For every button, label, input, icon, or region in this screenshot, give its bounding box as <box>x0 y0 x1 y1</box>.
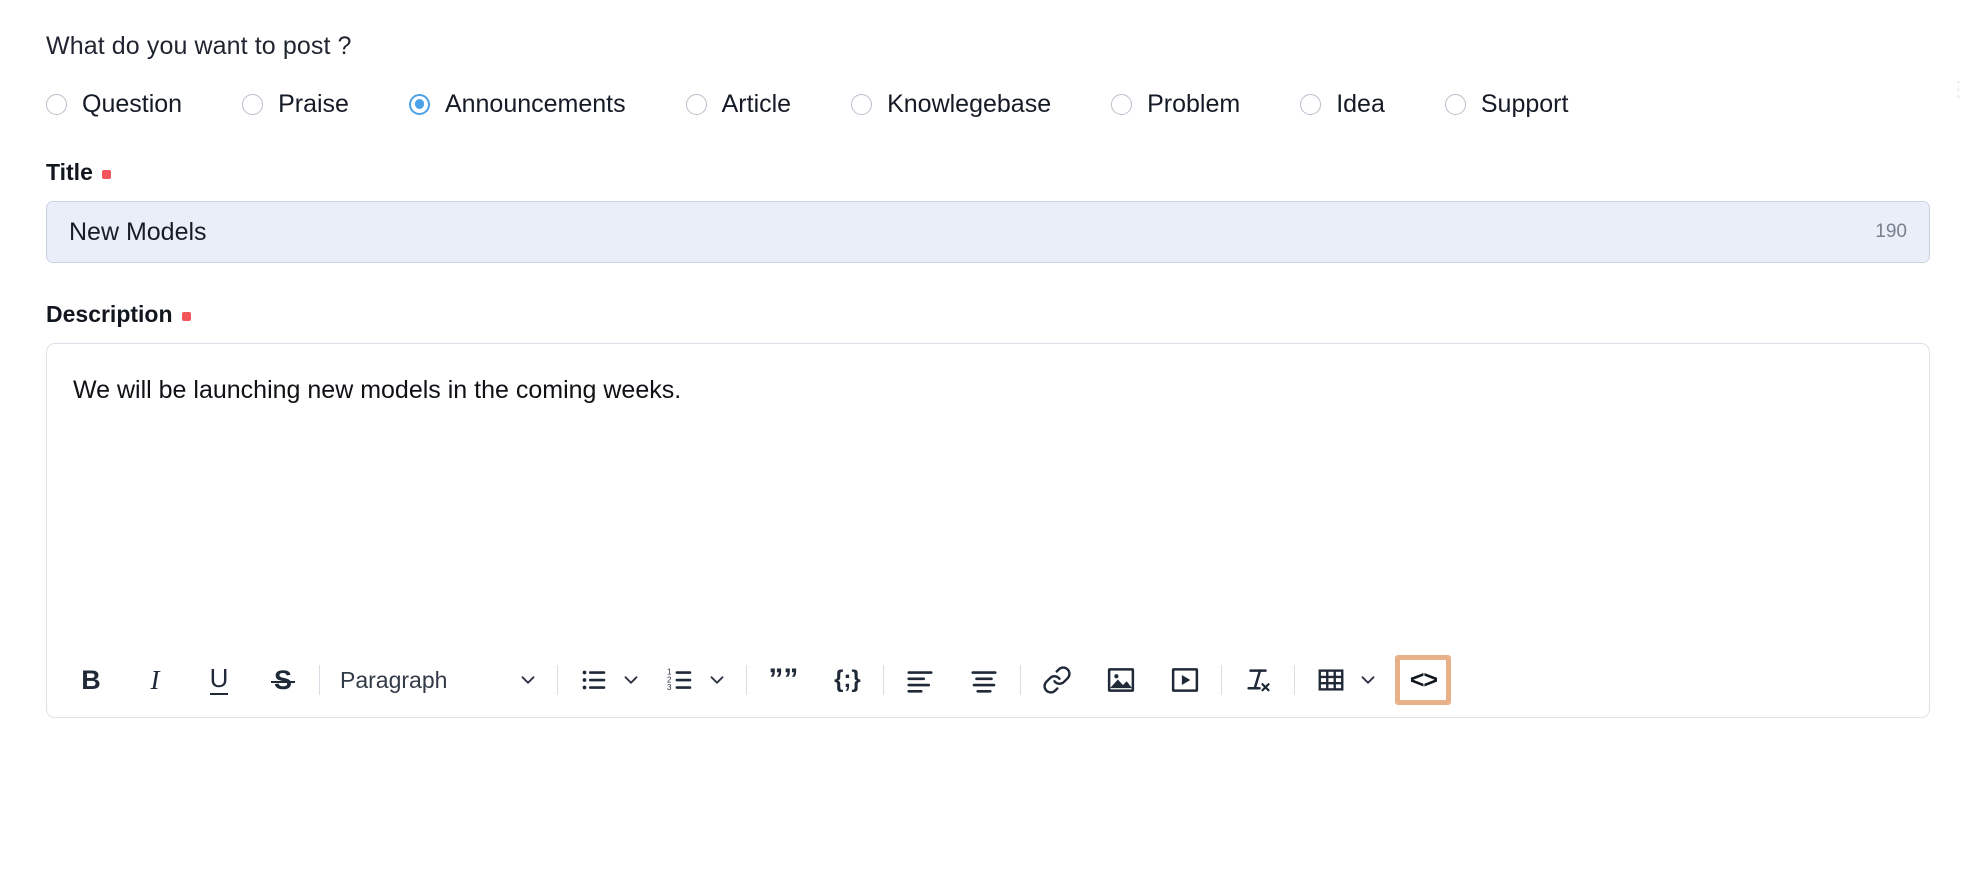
radio-label-idea: Idea <box>1336 89 1385 118</box>
radio-label-problem: Problem <box>1147 89 1241 118</box>
numbered-list-icon: 1 2 3 <box>665 665 695 695</box>
align-left-icon <box>905 665 935 695</box>
title-character-counter: 190 <box>1875 221 1907 242</box>
bold-icon: B <box>81 664 101 695</box>
blockquote-icon: ”” <box>768 663 799 696</box>
chevron-down-icon[interactable] <box>513 669 543 691</box>
title-label-text: Title <box>46 159 93 185</box>
code-block-icon: {;} <box>834 666 861 693</box>
clear-formatting-button[interactable] <box>1236 658 1280 702</box>
radio-option-article[interactable]: Article <box>685 89 792 118</box>
block-format-dropdown[interactable]: Paragraph <box>334 667 543 694</box>
description-field-label: Description <box>46 303 1930 326</box>
toolbar-divider <box>746 665 748 695</box>
blockquote-button[interactable]: ”” <box>761 658 805 702</box>
required-dot-icon <box>101 170 111 179</box>
radio-mark-question[interactable] <box>46 93 67 115</box>
editor-toolbar: B I U S Paragraph 1 2 3 ”” {;} <> <box>47 643 1929 717</box>
description-editor-body[interactable]: We will be launching new models in the c… <box>47 344 1929 643</box>
strikethrough-button[interactable]: S <box>261 658 305 702</box>
numbered-list-chevron-down-icon[interactable] <box>702 669 732 691</box>
radio-label-question: Question <box>82 89 183 118</box>
table-button[interactable] <box>1309 658 1353 702</box>
radio-label-announcements: Announcements <box>444 89 626 118</box>
radio-option-knowlegebase[interactable]: Knowlegebase <box>851 89 1052 118</box>
radio-option-question[interactable]: Question <box>46 89 183 118</box>
radio-option-problem[interactable]: Problem <box>1111 89 1241 118</box>
toolbar-divider <box>1020 665 1022 695</box>
radio-mark-knowlegebase[interactable] <box>851 93 873 115</box>
radio-label-praise: Praise <box>278 89 349 118</box>
title-input-value[interactable]: New Models <box>69 218 1875 247</box>
source-code-icon: <> <box>1409 665 1438 694</box>
radio-options-overflow: ⋮ <box>1942 79 1968 101</box>
bulleted-list-chevron-down-icon[interactable] <box>616 669 646 691</box>
radio-option-praise[interactable]: Praise <box>242 89 349 118</box>
code-block-button[interactable]: {;} <box>825 658 869 702</box>
align-center-icon <box>969 665 999 695</box>
radio-mark-support[interactable] <box>1444 93 1466 115</box>
description-label-text: Description <box>46 301 173 327</box>
italic-button[interactable]: I <box>133 658 177 702</box>
link-button[interactable] <box>1035 658 1079 702</box>
image-icon <box>1106 665 1136 695</box>
radio-mark-announcements[interactable] <box>408 93 430 115</box>
image-button[interactable] <box>1099 658 1143 702</box>
radio-label-support: Support <box>1480 89 1569 118</box>
svg-text:3: 3 <box>667 683 672 692</box>
radio-option-idea[interactable]: Idea <box>1300 89 1385 118</box>
underline-icon: U <box>209 663 229 695</box>
link-icon <box>1042 665 1072 695</box>
bold-button[interactable]: B <box>69 658 113 702</box>
toolbar-divider <box>319 665 320 695</box>
required-dot-icon <box>181 312 191 321</box>
post-type-question: What do you want to post ? <box>46 32 352 60</box>
toolbar-divider <box>1294 665 1296 695</box>
toolbar-divider <box>1221 665 1223 695</box>
clear-formatting-icon <box>1243 665 1273 695</box>
title-field-label: Title <box>46 161 1930 184</box>
underline-button[interactable]: U <box>197 658 241 702</box>
title-input[interactable]: New Models 190 <box>46 201 1930 263</box>
description-editor: We will be launching new models in the c… <box>46 343 1930 718</box>
radio-option-support[interactable]: Support <box>1444 89 1569 118</box>
post-composer-form: What do you want to post ? Question Prai… <box>0 0 1976 874</box>
source-code-button[interactable]: <> <box>1395 655 1452 705</box>
radio-mark-problem[interactable] <box>1111 93 1133 115</box>
radio-mark-article[interactable] <box>685 93 707 115</box>
align-center-button[interactable] <box>962 658 1006 702</box>
description-editor-text[interactable]: We will be launching new models in the c… <box>73 374 1903 408</box>
numbered-list-button[interactable]: 1 2 3 <box>658 658 702 702</box>
radio-option-announcements[interactable]: Announcements <box>408 89 626 118</box>
table-chevron-down-icon[interactable] <box>1353 669 1383 691</box>
radio-label-knowlegebase: Knowlegebase <box>887 89 1052 118</box>
video-button[interactable] <box>1163 658 1207 702</box>
video-icon <box>1170 665 1200 695</box>
toolbar-divider <box>883 665 885 695</box>
bulleted-list-icon <box>579 665 609 695</box>
radio-label-article: Article <box>721 89 792 118</box>
bulleted-list-button[interactable] <box>572 658 616 702</box>
post-type-radio-group: Question Praise Announcements Article Kn… <box>46 79 1968 121</box>
block-format-label: Paragraph <box>340 666 448 693</box>
table-icon <box>1316 665 1346 695</box>
italic-icon: I <box>150 664 160 695</box>
strikethrough-icon: S <box>270 664 296 695</box>
align-left-button[interactable] <box>898 658 942 702</box>
toolbar-divider <box>557 665 559 695</box>
radio-mark-idea[interactable] <box>1300 93 1322 115</box>
radio-mark-praise[interactable] <box>242 93 264 115</box>
